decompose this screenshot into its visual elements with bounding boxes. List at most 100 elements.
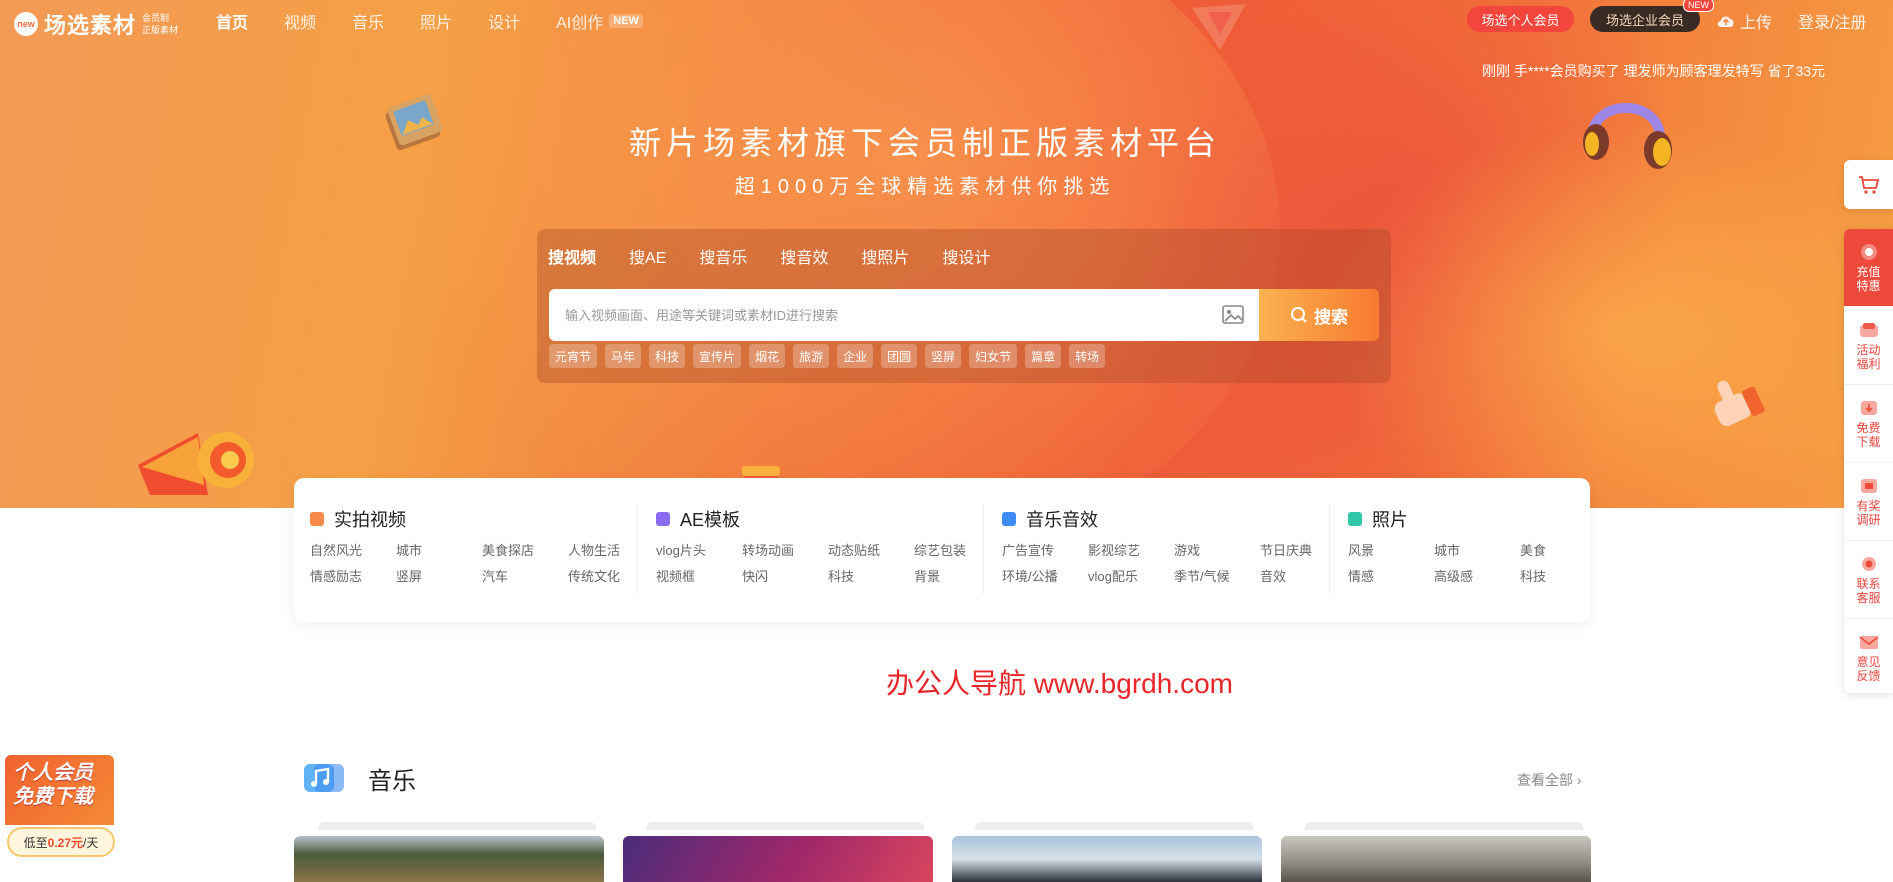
category-link[interactable]: 城市 — [396, 541, 482, 560]
category-link[interactable]: 竖屏 — [396, 567, 482, 586]
site-logo[interactable]: new 场选素材 会员制 正版素材 — [14, 8, 178, 40]
keyword-chip[interactable]: 旅游 — [793, 344, 830, 368]
chevron-right-icon: › — [1576, 772, 1582, 788]
nav-video[interactable]: 视频 — [284, 9, 316, 33]
music-note-icon — [304, 764, 344, 792]
divider — [983, 504, 984, 594]
category-link[interactable]: 快闪 — [742, 567, 828, 586]
keyword-chip[interactable]: 宣传片 — [693, 344, 742, 368]
thumbs-up-decoration-icon — [1714, 380, 1765, 427]
nav-home[interactable]: 首页 — [216, 9, 248, 33]
photo-icon — [1348, 512, 1362, 526]
music-card[interactable] — [623, 836, 933, 882]
nav-design[interactable]: 设计 — [488, 9, 520, 33]
category-link[interactable]: 美食探店 — [482, 541, 568, 560]
card-stack-shadow — [1305, 822, 1583, 830]
card-stack-shadow — [646, 822, 924, 830]
category-link[interactable]: 影视综艺 — [1088, 541, 1174, 560]
upload-button[interactable]: 上传 — [1716, 9, 1772, 33]
keyword-chip[interactable]: 马年 — [605, 344, 642, 368]
search-tab-video[interactable]: 搜视频 — [548, 244, 596, 268]
keyword-chip[interactable]: 团圆 — [881, 344, 918, 368]
personal-membership-button[interactable]: 场选个人会员 — [1467, 6, 1574, 32]
nav-ai-create-label: AI创作 — [556, 15, 604, 32]
category-link[interactable]: vlog片头 — [656, 541, 742, 560]
search-tab-music[interactable]: 搜音乐 — [699, 244, 747, 268]
nav-ai-create[interactable]: AI创作 NEW — [556, 9, 643, 33]
category-link[interactable]: 季节/气候 — [1174, 567, 1260, 586]
category-link[interactable]: 视频框 — [656, 567, 742, 586]
music-card[interactable] — [294, 836, 604, 882]
music-card[interactable] — [1281, 836, 1591, 882]
music-card[interactable] — [952, 836, 1262, 882]
hero-subtitle: 超1000万全球精选素材供你挑选 — [734, 176, 1116, 198]
keyword-chip[interactable]: 转场 — [1069, 344, 1106, 368]
category-photos: 照片 风景 城市 美食 情感 高级感 科技 — [1332, 478, 1677, 622]
category-link[interactable]: 高级感 — [1434, 567, 1520, 586]
category-link[interactable]: 美食 — [1520, 541, 1606, 560]
search-icon — [1291, 307, 1307, 323]
search-tab-design[interactable]: 搜设计 — [942, 244, 990, 268]
search-tab-sfx[interactable]: 搜音效 — [780, 244, 828, 268]
promo-line: 个人会员 — [13, 762, 93, 784]
see-all-link[interactable]: 查看全部 › — [1517, 770, 1582, 790]
cart-button[interactable] — [1844, 160, 1893, 209]
image-search-icon[interactable] — [1222, 305, 1244, 325]
keyword-chip[interactable]: 烟花 — [749, 344, 786, 368]
membership-promo-badge[interactable]: 个人会员 免费下载 低至 0.27元 /天 — [5, 755, 115, 860]
side-toolbar: 充值特惠 活动福利 免费下载 有奖调研 联系客服 意见反馈 — [1844, 229, 1893, 693]
keyword-chip[interactable]: 企业 — [837, 344, 874, 368]
category-link[interactable]: 情感励志 — [310, 567, 396, 586]
nav-music[interactable]: 音乐 — [352, 9, 384, 33]
category-link[interactable]: 科技 — [828, 567, 914, 586]
category-link[interactable]: vlog配乐 — [1088, 567, 1174, 586]
keyword-chip[interactable]: 妇女节 — [969, 344, 1018, 368]
category-link[interactable]: 汽车 — [482, 567, 568, 586]
category-link[interactable]: 转场动画 — [742, 541, 828, 560]
sidebar-item-survey[interactable]: 有奖调研 — [1844, 463, 1893, 541]
search-input[interactable] — [549, 289, 1259, 341]
category-title: 音乐音效 — [1026, 510, 1098, 530]
keyword-chip[interactable]: 竖屏 — [925, 344, 962, 368]
sidebar-item-feedback[interactable]: 意见反馈 — [1844, 619, 1893, 693]
search-tabs: 搜视频 搜AE 搜音乐 搜音效 搜照片 搜设计 — [548, 244, 1023, 268]
category-link[interactable]: 自然风光 — [310, 541, 396, 560]
sidebar-item-customer-service[interactable]: 联系客服 — [1844, 541, 1893, 619]
sidebar-item-label: 有奖调研 — [1856, 498, 1881, 527]
category-link[interactable]: 广告宣传 — [1002, 541, 1088, 560]
logo-subtitle: 会员制 正版素材 — [142, 12, 178, 36]
category-live-video: 实拍视频 自然风光 城市 美食探店 人物生活 情感励志 竖屏 汽车 传统文化 — [294, 478, 639, 622]
category-link[interactable]: 风景 — [1348, 541, 1434, 560]
hero-title: 新片场素材旗下会员制正版素材平台 — [628, 125, 1221, 161]
purchase-ticker: 刚刚 手****会员购买了 理发师为顾客理发特写 省了33元 — [1482, 63, 1826, 79]
sidebar-item-promotions[interactable]: 活动福利 — [1844, 307, 1893, 385]
gift-icon — [1860, 243, 1877, 260]
category-link[interactable]: 动态贴纸 — [828, 541, 914, 560]
keyword-chip[interactable]: 元宵节 — [549, 344, 598, 368]
card-stack-shadow — [975, 822, 1253, 830]
category-link[interactable]: 游戏 — [1174, 541, 1260, 560]
search-tab-ae[interactable]: 搜AE — [629, 244, 666, 268]
video-camera-icon — [310, 512, 324, 526]
category-link[interactable]: 城市 — [1434, 541, 1520, 560]
sidebar-item-recharge[interactable]: 充值特惠 — [1844, 229, 1893, 307]
category-link[interactable]: 情感 — [1348, 567, 1434, 586]
category-link[interactable]: 环境/公播 — [1002, 567, 1088, 586]
category-header[interactable]: 音乐音效 — [1002, 506, 1098, 532]
sidebar-item-label: 活动福利 — [1856, 342, 1881, 371]
sidebar-item-free-download[interactable]: 免费下载 — [1844, 385, 1893, 463]
category-link[interactable]: 科技 — [1520, 567, 1606, 586]
logo-subtitle-line: 会员制 — [142, 13, 170, 23]
keyword-chip[interactable]: 篇章 — [1025, 344, 1062, 368]
category-panel: 实拍视频 自然风光 城市 美食探店 人物生活 情感励志 竖屏 汽车 传统文化 A… — [294, 478, 1590, 622]
search-button[interactable]: 搜索 — [1259, 289, 1379, 341]
category-header[interactable]: 实拍视频 — [310, 506, 406, 532]
login-register-link[interactable]: 登录/注册 — [1798, 9, 1866, 33]
nav-photo[interactable]: 照片 — [420, 9, 452, 33]
upload-label: 上传 — [1740, 15, 1773, 32]
price-suffix: /天 — [83, 835, 99, 850]
category-header[interactable]: AE模板 — [656, 506, 740, 532]
search-tab-photo[interactable]: 搜照片 — [861, 244, 909, 268]
keyword-chip[interactable]: 科技 — [649, 344, 686, 368]
category-header[interactable]: 照片 — [1348, 506, 1408, 532]
